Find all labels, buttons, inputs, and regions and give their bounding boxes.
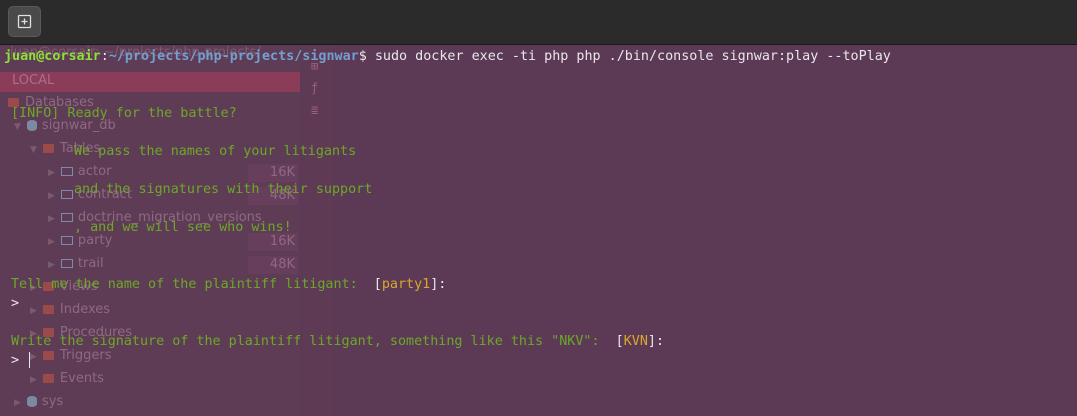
input-prompt-2-symbol: > — [11, 353, 28, 368]
message-line-2: and the signatures with their support — [74, 182, 373, 197]
question-1-line: Tell me the name of the plaintiff litiga… — [11, 275, 446, 294]
question-2-text: Write the signature of the plaintiff lit… — [11, 334, 616, 349]
text-cursor — [29, 352, 31, 368]
input-prompt-1: > — [11, 296, 20, 311]
question-1-text: Tell me the name of the plaintiff litiga… — [11, 277, 374, 292]
question-2-line: Write the signature of the plaintiff lit… — [11, 332, 664, 351]
new-tab-icon — [17, 14, 32, 29]
prompt-command: sudo docker exec -ti php php ./bin/conso… — [366, 49, 891, 64]
prompt-separator: : — [100, 49, 109, 64]
message-line-1: We pass the names of your litigants — [74, 144, 357, 159]
question-2-bracket-close: ]: — [647, 334, 665, 349]
prompt-path: ~/projects/php-projects/signwar — [108, 49, 359, 64]
prompt-user-host: juan@corsair — [4, 49, 101, 64]
question-1-bracket-open: [ — [373, 277, 382, 292]
input-prompt-2[interactable]: > — [11, 351, 31, 370]
new-tab-button[interactable] — [8, 6, 41, 37]
prompt-dollar: $ — [358, 49, 367, 64]
terminal-output[interactable]: juan@corsair:~/projects/php-projects/sig… — [0, 45, 1077, 416]
question-1-bracket-close: ]: — [430, 277, 447, 292]
message-line-3: , and we will see who wins! — [74, 220, 292, 235]
terminal-header-bar — [0, 0, 1077, 45]
question-1-default: party1 — [381, 277, 431, 292]
shell-prompt-line: juan@corsair:~/projects/php-projects/sig… — [4, 47, 891, 66]
info-line: [INFO] Ready for the battle? — [11, 106, 237, 121]
question-2-bracket-open: [ — [615, 334, 624, 349]
question-2-default: KVN — [623, 334, 648, 349]
